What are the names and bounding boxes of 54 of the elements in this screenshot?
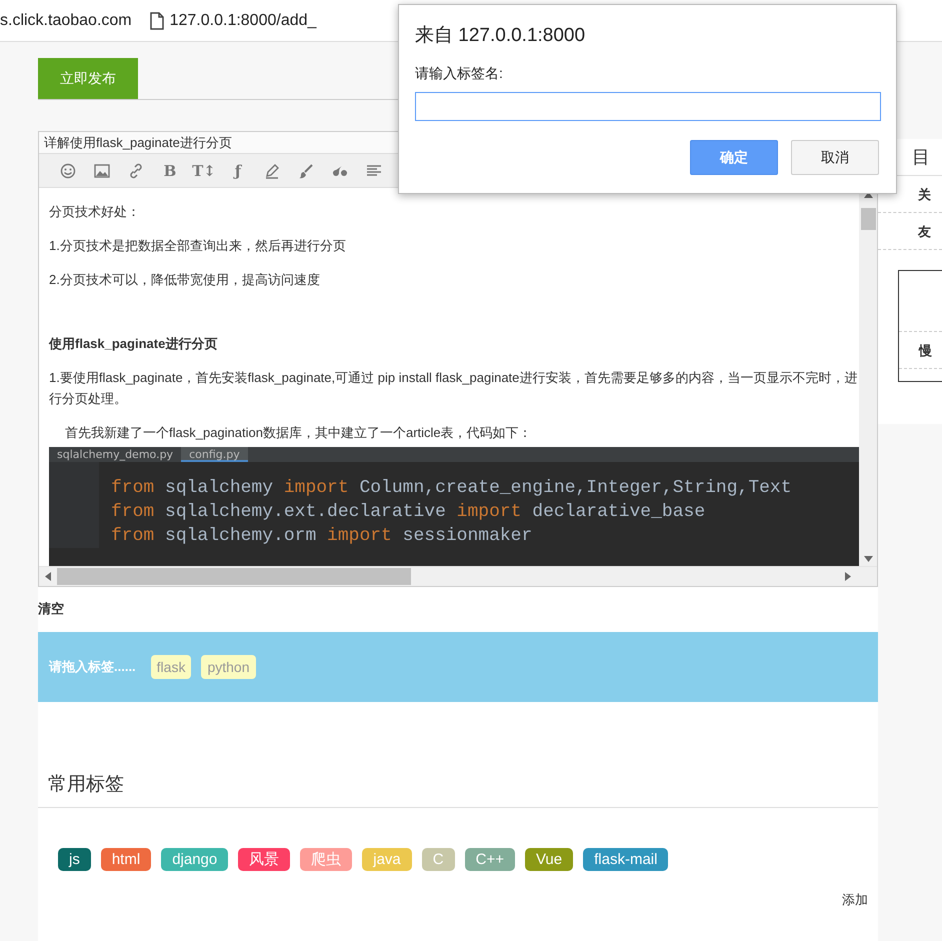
left-arrow-icon xyxy=(45,572,51,581)
section-heading: 使用flask_paginate进行分页 xyxy=(49,335,218,353)
sidebar-item[interactable]: 友 xyxy=(878,213,942,250)
tag-chip[interactable]: django xyxy=(161,848,228,871)
tag-drop-zone[interactable]: 请拖入标签...... flask python xyxy=(38,632,878,702)
tag-chip[interactable]: C++ xyxy=(464,848,515,871)
tag-chip[interactable]: 爬虫 xyxy=(300,848,352,871)
paragraph: 首先我新建了一个flask_pagination数据库，其中建立了一个article表，代码如下： xyxy=(64,424,533,442)
paragraph: 1.要使用flask_paginate，首先安装flask_paginate,可通过 pip install flask_paginate进行安装，首先需要足够多的内容，当一页显示不完时，进行分页处理。 xyxy=(49,369,858,408)
url-text[interactable]: 127.0.0.1:8000/add_ xyxy=(170,12,316,30)
smiley-icon[interactable] xyxy=(60,162,76,178)
tag-chip[interactable]: html xyxy=(100,848,152,871)
right-arrow-icon xyxy=(845,572,851,581)
cancel-button[interactable]: 取消 xyxy=(791,140,879,175)
file-name-label: sqlalchemy_demo.py xyxy=(56,447,174,462)
scrollbar-thumb[interactable] xyxy=(860,208,876,230)
scrollbar-thumb[interactable] xyxy=(57,568,411,585)
field-label: 请输入标签名: xyxy=(415,65,504,83)
ok-button[interactable]: 确定 xyxy=(690,140,778,175)
down-arrow-icon xyxy=(864,556,872,562)
tag-chip[interactable]: python xyxy=(201,655,256,679)
add-link[interactable]: 添加 xyxy=(842,892,868,907)
sidebar-item[interactable]: 慢 xyxy=(899,331,942,369)
paragraph: 1.分页技术是把数据全部查询出来，然后再进行分页 xyxy=(49,237,347,255)
tag-chip[interactable]: js xyxy=(58,848,91,871)
code-line: from sqlalchemy.ext.declarative import declarative_base xyxy=(111,501,706,524)
brush-icon[interactable] xyxy=(298,162,314,178)
tag-chip[interactable]: flask xyxy=(150,655,192,679)
drop-hint: 请拖入标签...... xyxy=(49,658,136,676)
rich-text-editor[interactable] xyxy=(38,131,878,587)
image-icon[interactable] xyxy=(94,162,110,178)
page-icon xyxy=(150,12,164,30)
input-field[interactable] xyxy=(415,92,881,121)
site-text: s.click.taobao.com xyxy=(0,12,132,30)
align-icon[interactable] xyxy=(366,162,382,178)
toolbar-button[interactable]: ƒ xyxy=(221,162,255,180)
paragraph: 分页技术好处： xyxy=(49,203,141,221)
clear-link[interactable]: 清空 xyxy=(38,587,878,632)
code-line: from sqlalchemy import Column,create_engine,Integer,String,Text xyxy=(111,477,792,500)
publish-button[interactable]: 立即发布 xyxy=(38,58,138,99)
link-icon[interactable] xyxy=(128,162,144,178)
pencil-icon[interactable] xyxy=(264,162,280,178)
tag-chip[interactable]: 风景 xyxy=(238,848,290,871)
file-name-label: config.py xyxy=(181,447,248,462)
horizontal-scrollbar[interactable] xyxy=(39,566,877,586)
toolbar-button[interactable]: T↕ xyxy=(187,162,221,180)
code-line: from sqlalchemy.orm import sessionmaker xyxy=(111,525,534,548)
tag-chip[interactable]: flask-mail xyxy=(583,848,668,871)
paragraph: 2.分页技术可以，降低带宽使用，提高访问速度 xyxy=(49,271,321,289)
toolbar-button[interactable]: B xyxy=(153,162,187,180)
section-heading: 常用标签 xyxy=(38,771,878,808)
dialog-title: 来自 127.0.0.1:8000 xyxy=(415,24,586,48)
tag-chip[interactable]: C xyxy=(422,848,455,871)
tag-chip[interactable]: Vue xyxy=(524,848,574,871)
